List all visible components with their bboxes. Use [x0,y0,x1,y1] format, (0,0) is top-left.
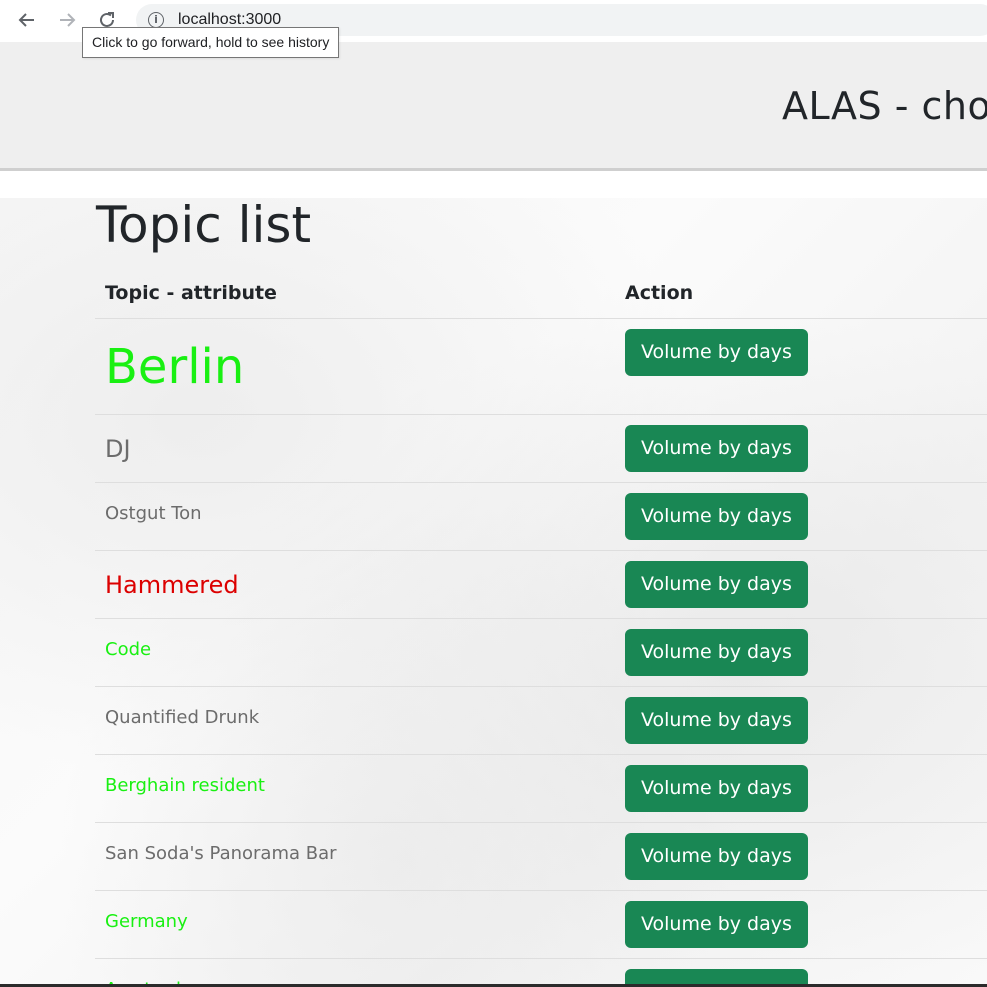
header-gap [0,172,987,198]
topic-label: DJ [105,434,131,463]
action-cell: Volume by days [615,822,987,891]
column-header-topic: Topic - attribute [95,268,615,319]
action-cell: Volume by days [615,318,987,415]
topic-label: Code [105,638,152,660]
action-cell: Volume by days [615,958,987,987]
volume-by-days-button[interactable]: Volume by days [625,832,808,880]
topic-cell: Berlin [95,318,615,415]
table-row: DJ Volume by days [95,414,987,483]
action-cell: Volume by days [615,686,987,755]
topic-label: Quantified Drunk [105,706,260,728]
topic-label: Berlin [105,338,245,395]
topic-label: San Soda's Panorama Bar [105,842,337,864]
topic-label: Germany [105,910,188,932]
action-cell: Volume by days [615,754,987,823]
table-row: Quantified Drunk Volume by days [95,686,987,755]
topic-table: Topic - attribute Action Berlin Volume by… [95,268,987,987]
volume-by-days-button[interactable]: Volume by days [625,424,808,472]
topic-cell: Quantified Drunk [95,686,615,755]
table-row: San Soda's Panorama Bar Volume by days [95,822,987,891]
table-row: Berghain resident Volume by days [95,754,987,823]
table-row: Hammered Volume by days [95,550,987,619]
topic-cell: San Soda's Panorama Bar [95,822,615,891]
volume-by-days-button[interactable]: Volume by days [625,492,808,540]
volume-by-days-button[interactable]: Volume by days [625,764,808,812]
app-header: ALAS - cho [0,42,987,171]
topic-cell: Amsterdam [95,958,615,987]
site-info-icon[interactable]: i [148,12,164,28]
forward-tooltip: Click to go forward, hold to see history [82,27,340,58]
topic-cell: Hammered [95,550,615,619]
topic-label: Berghain resident [105,774,265,796]
table-row: Code Volume by days [95,618,987,687]
app-title: ALAS - cho [782,84,987,128]
table-row: Ostgut Ton Volume by days [95,482,987,551]
topic-cell: Code [95,618,615,687]
topic-cell: Berghain resident [95,754,615,823]
volume-by-days-button[interactable]: Volume by days [625,900,808,948]
topic-cell: DJ [95,414,615,483]
table-row: Germany Volume by days [95,890,987,959]
volume-by-days-button[interactable]: Volume by days [625,328,808,376]
topic-label: Ostgut Ton [105,502,202,524]
action-cell: Volume by days [615,414,987,483]
volume-by-days-button[interactable]: Volume by days [625,628,808,676]
table-header-row: Topic - attribute Action [95,268,987,319]
volume-by-days-button[interactable]: Volume by days [625,560,808,608]
volume-by-days-button[interactable]: Volume by days [625,696,808,744]
table-row: Berlin Volume by days [95,318,987,415]
table-row: AmsterdamVolume by days [95,958,987,987]
action-cell: Volume by days [615,618,987,687]
action-cell: Volume by days [615,890,987,959]
action-cell: Volume by days [615,482,987,551]
topic-label: Hammered [105,570,239,599]
action-cell: Volume by days [615,550,987,619]
topic-cell: Ostgut Ton [95,482,615,551]
page-title: Topic list [96,196,312,254]
back-arrow-icon[interactable] [14,6,40,34]
column-header-action: Action [615,268,987,319]
topic-cell: Germany [95,890,615,959]
forward-arrow-icon[interactable] [54,6,80,34]
main-content: Topic list Topic - attribute Action Berl… [0,172,987,987]
